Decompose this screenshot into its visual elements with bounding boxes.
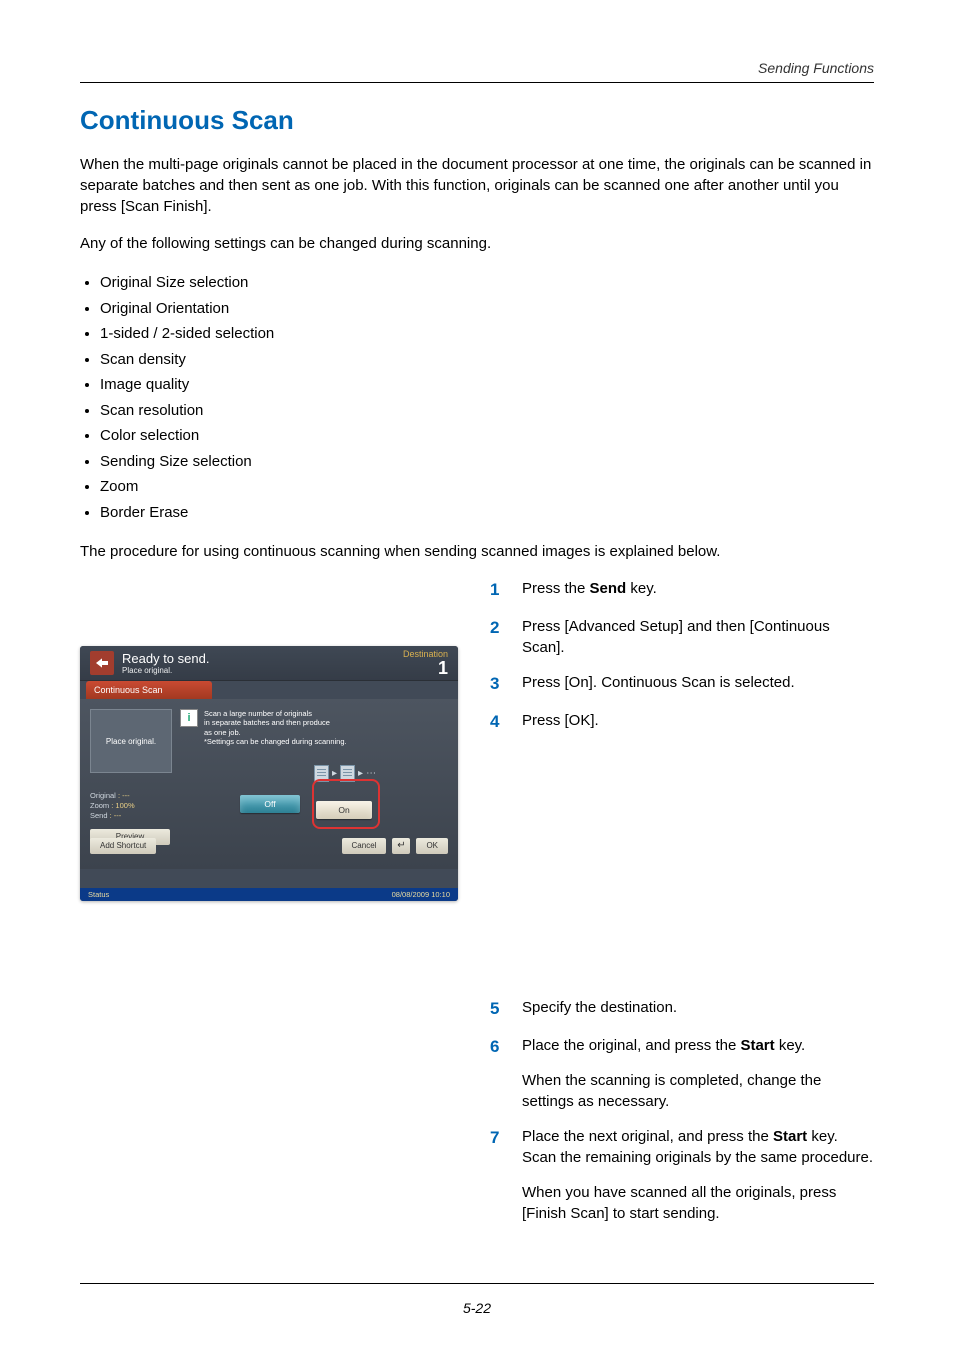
list-item: Image quality: [100, 372, 874, 398]
step-2: 2 Press [Advanced Setup] and then [Conti…: [490, 616, 874, 658]
enter-icon: ↵: [392, 838, 410, 854]
off-button[interactable]: Off: [240, 795, 300, 813]
settings-lead: Any of the following settings can be cha…: [80, 233, 874, 254]
original-preview-box: Place original.: [90, 709, 172, 773]
list-item: Sending Size selection: [100, 449, 874, 475]
send-icon: [90, 651, 114, 675]
list-item: Color selection: [100, 423, 874, 449]
procedure-lead: The procedure for using continuous scann…: [80, 541, 874, 562]
status-label: Status: [88, 888, 109, 901]
status-datetime: 08/08/2009 10:10: [392, 888, 450, 901]
step-1: 1 Press the Send key.: [490, 578, 874, 602]
list-item: Border Erase: [100, 500, 874, 526]
page-title: Continuous Scan: [80, 105, 874, 136]
device-screenshot: Ready to send. Place original. Destinati…: [80, 646, 458, 901]
header-rule: [80, 82, 874, 83]
panel-titlebar: Ready to send. Place original. Destinati…: [80, 646, 458, 681]
page-number: 5-22: [0, 1300, 954, 1316]
step-4: 4 Press [OK].: [490, 710, 874, 734]
ok-button[interactable]: OK: [416, 838, 448, 854]
step-7: 7 Place the next original, and press the…: [490, 1126, 874, 1224]
add-shortcut-button[interactable]: Add Shortcut: [90, 838, 156, 854]
intro-paragraph: When the multi-page originals cannot be …: [80, 154, 874, 217]
continuous-scan-tab[interactable]: Continuous Scan: [86, 681, 212, 699]
ready-text: Ready to send.: [122, 651, 209, 666]
section-header: Sending Functions: [80, 60, 874, 82]
cancel-button[interactable]: Cancel: [342, 838, 387, 854]
list-item: Scan density: [100, 347, 874, 373]
list-item: Original Orientation: [100, 296, 874, 322]
list-item: 1-sided / 2-sided selection: [100, 321, 874, 347]
panel-body: Place original. i Scan a large number of…: [80, 699, 458, 869]
list-item: Original Size selection: [100, 270, 874, 296]
info-block: i Scan a large number of originals in se…: [180, 709, 440, 747]
ready-sub: Place original.: [122, 666, 209, 675]
list-item: Zoom: [100, 474, 874, 500]
step-5: 5 Specify the destination.: [490, 997, 874, 1021]
status-bar[interactable]: Status 08/08/2009 10:10: [80, 888, 458, 901]
step-6: 6 Place the original, and press the Star…: [490, 1035, 874, 1112]
footer-rule: [80, 1283, 874, 1284]
settings-list: Original Size selection Original Orienta…: [80, 270, 874, 525]
on-button[interactable]: On: [316, 801, 372, 819]
step-3: 3 Press [On]. Continuous Scan is selecte…: [490, 672, 874, 696]
panel-footer: Add Shortcut Cancel ↵ OK: [80, 837, 458, 855]
destination-counter: Destination 1: [403, 649, 448, 677]
list-item: Scan resolution: [100, 398, 874, 424]
scan-stats: Original : --- Zoom : 100% Send : ---: [90, 791, 135, 821]
info-icon: i: [180, 709, 198, 727]
